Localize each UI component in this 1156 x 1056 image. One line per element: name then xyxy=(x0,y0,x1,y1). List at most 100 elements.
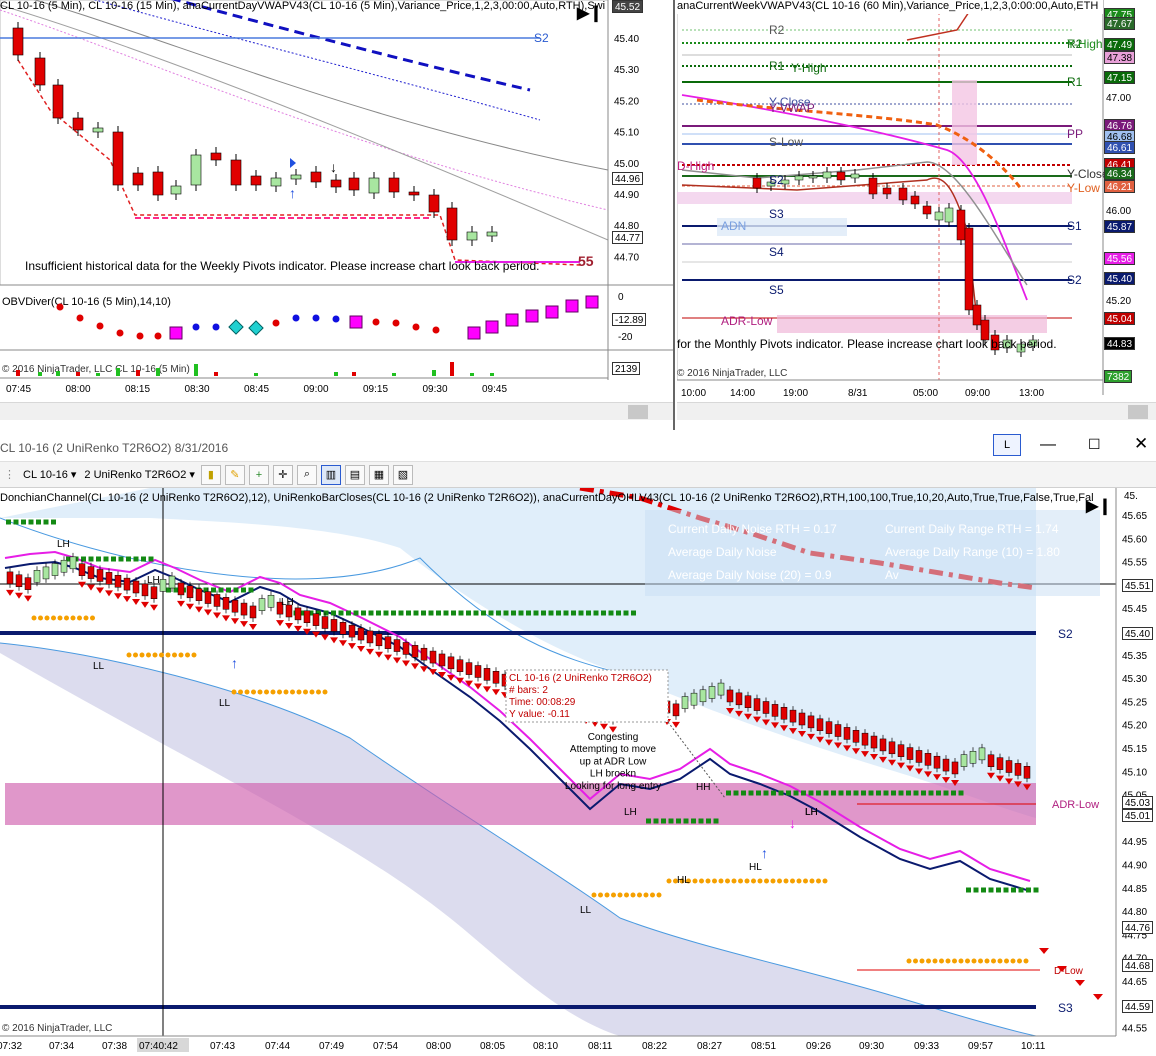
renko-bar xyxy=(1014,763,1022,776)
swing-label: LH xyxy=(805,807,818,818)
candle xyxy=(52,84,64,119)
orange-dot xyxy=(650,892,655,898)
top-left-chart[interactable]: ↑ ↓ S2 Insufficient historical data for t… xyxy=(0,0,675,430)
orange-dot xyxy=(757,878,763,884)
add-tool-icon[interactable]: + xyxy=(248,464,269,485)
orange-dot xyxy=(322,689,328,695)
green-dot xyxy=(118,556,124,562)
x-tick: 07:32 xyxy=(0,1041,22,1052)
play-to-end-icon[interactable]: ▶❙ xyxy=(577,3,603,23)
draw-pencil-icon[interactable]: ✎ xyxy=(224,464,245,485)
bar-style-icon[interactable]: ▮ xyxy=(200,464,221,485)
top-right-scrollbar[interactable] xyxy=(677,402,1156,420)
orange-dot xyxy=(1004,958,1009,964)
orange-dot xyxy=(83,615,89,621)
instrument-selector[interactable]: CL 10-16 ▾ xyxy=(19,464,80,486)
inner-level-label: S3 xyxy=(769,207,784,221)
note-line: LH broekn xyxy=(590,769,636,780)
renko-bar xyxy=(132,580,140,594)
green-dot xyxy=(891,790,896,796)
top-left-scrollbar[interactable] xyxy=(0,402,673,420)
green-dot xyxy=(951,790,956,796)
volume-bar xyxy=(38,372,42,376)
crosshair-icon[interactable]: ✛ xyxy=(272,464,293,485)
y-tick: 45.55 xyxy=(1122,558,1147,569)
candle xyxy=(72,117,84,131)
obv-dot xyxy=(392,319,400,327)
green-dot xyxy=(218,587,224,593)
volume-bar xyxy=(432,370,436,376)
orange-dot xyxy=(1017,958,1022,964)
renko-bar xyxy=(699,689,707,703)
strategy-icon[interactable]: ▤ xyxy=(344,464,365,485)
green-dot xyxy=(96,556,101,562)
renko-bar xyxy=(222,597,230,610)
renko-bar xyxy=(321,616,329,629)
green-dot xyxy=(51,519,56,525)
obv-title: OBVDiver(CL 10-16 (5 Min),14,10) xyxy=(2,296,171,308)
green-dot xyxy=(338,610,344,616)
play-to-end-icon-bottom[interactable]: ▶❙ xyxy=(1086,496,1112,516)
orange-dot xyxy=(185,652,190,658)
price-tag: 44.59 xyxy=(1122,1000,1154,1013)
renko-bar xyxy=(825,721,833,734)
volume-value-tag: 2139 xyxy=(612,362,641,375)
candle xyxy=(290,174,302,180)
obv-dot xyxy=(525,309,539,323)
green-dot xyxy=(541,610,546,616)
indicators-icon[interactable]: ▥ xyxy=(320,464,341,485)
orange-dot xyxy=(270,689,276,695)
green-dot xyxy=(616,610,621,616)
candle xyxy=(956,209,966,241)
chart-properties-icon[interactable]: ▦ xyxy=(368,464,389,485)
y-tick: 44.80 xyxy=(1122,907,1147,918)
obv-dot xyxy=(154,332,162,340)
link-badge[interactable]: L xyxy=(993,434,1021,456)
orange-dot xyxy=(611,892,616,898)
renko-bar xyxy=(294,607,302,621)
bottom-chart[interactable]: Current Daily Noise RTH = 0.17 Current Da… xyxy=(0,488,1156,1056)
bar-type-selector[interactable]: 2 UniRenko T2R6O2 ▾ xyxy=(80,464,198,486)
volume-bar xyxy=(470,373,474,376)
scroll-thumb[interactable] xyxy=(628,405,648,419)
orange-dot xyxy=(70,615,76,621)
scroll-thumb-right[interactable] xyxy=(1128,405,1148,419)
tooltip-time: Time: 00:08:29 xyxy=(509,697,576,708)
orange-dot xyxy=(591,892,597,898)
y-tick: 45.40 xyxy=(614,34,639,45)
orange-dot xyxy=(31,615,37,621)
green-dot xyxy=(683,818,689,824)
orange-dot xyxy=(997,958,1003,964)
minimize-icon[interactable]: — xyxy=(1040,436,1056,454)
orange-dot xyxy=(971,958,977,964)
green-dot xyxy=(853,790,859,796)
x-tick: 08:30 xyxy=(185,384,210,395)
renko-bar xyxy=(69,556,77,570)
renko-bar xyxy=(942,758,950,772)
close-icon[interactable]: ✕ xyxy=(1134,434,1148,454)
orange-dot xyxy=(738,878,743,884)
top-right-chart[interactable]: R2 R1 Y-High Y-Close Y-VWAP S-Low S2 S3 S4 S5 ADR-… xyxy=(677,0,1156,430)
green-dot xyxy=(786,790,791,796)
down-arrow-icon: ↓ xyxy=(789,815,796,831)
green-dot xyxy=(801,790,806,796)
x-tick: 08:00 xyxy=(66,384,91,395)
orange-dot xyxy=(656,892,662,898)
green-dot xyxy=(413,610,419,616)
orange-dot xyxy=(718,878,724,884)
orange-dot xyxy=(991,958,996,964)
green-dot xyxy=(996,887,1001,893)
orange-dot xyxy=(699,878,704,884)
green-dot xyxy=(706,818,711,824)
obv-tick: 0 xyxy=(618,292,624,303)
renko-bar xyxy=(60,559,68,573)
swing-label: LH xyxy=(57,539,70,550)
y-tick: 45. xyxy=(1124,491,1138,502)
zoom-icon[interactable]: ⌕ xyxy=(296,464,317,485)
templates-icon[interactable]: ▧ xyxy=(392,464,413,485)
maximize-icon[interactable]: ☐ xyxy=(1088,436,1101,453)
window-caption[interactable]: CL 10-16 (2 UniRenko T2R6O2) 8/31/2016 L… xyxy=(0,432,1156,462)
monthly-pivots-message: for the Monthly Pivots indicator. Please… xyxy=(677,337,1057,351)
renko-bar xyxy=(51,563,59,576)
price-tag: 45.20 xyxy=(1104,295,1134,308)
